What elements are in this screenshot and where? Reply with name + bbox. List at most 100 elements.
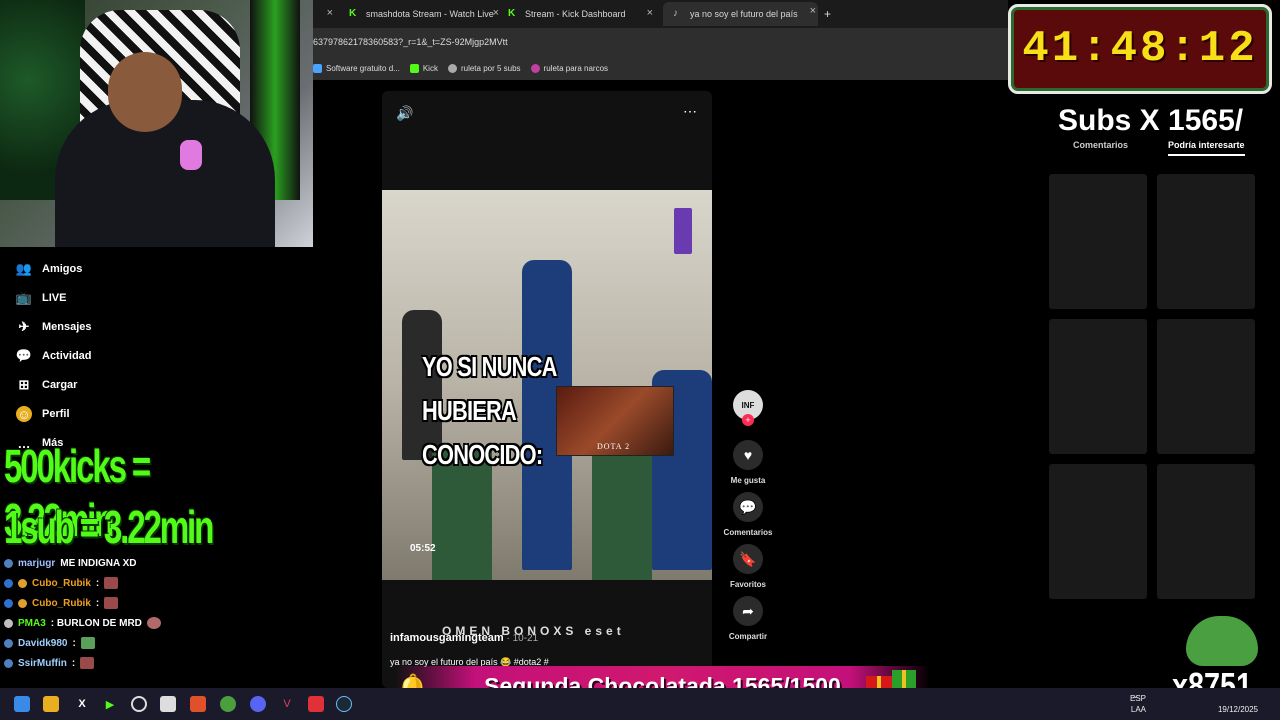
comments-label: Comentarios (723, 528, 773, 537)
emote-icon (104, 577, 119, 589)
webcam-feed (0, 0, 313, 247)
sidebar-item-live[interactable]: 📺 LIVE (15, 288, 67, 308)
close-tab-icon[interactable]: × (810, 5, 816, 17)
bookmarks-bar: Software gratuito d... Kick ruleta por 5… (313, 56, 1008, 80)
sidebar-item-amigos[interactable]: 👥 Amigos (16, 259, 82, 279)
chat-username[interactable]: Cubo_Rubik (32, 598, 91, 609)
discord-icon[interactable] (250, 696, 266, 712)
follow-plus-icon[interactable]: + (742, 414, 754, 426)
close-tab-icon[interactable]: × (493, 7, 499, 19)
suggested-video-thumb[interactable] (1049, 464, 1147, 599)
emote-icon (80, 657, 95, 669)
globe-icon (447, 63, 457, 73)
friends-icon: 👥 (15, 261, 33, 276)
sidebar-item-perfil[interactable]: ☺ Perfil (16, 404, 70, 424)
chat-message: marjugr ME INDIGNA XD (4, 554, 137, 572)
microphone (180, 140, 202, 170)
like-button[interactable]: ♥ Me gusta (731, 440, 765, 485)
share-icon[interactable]: ➦ (733, 596, 763, 626)
activity-icon: 💬 (15, 348, 33, 363)
suggested-video-thumb[interactable] (1049, 319, 1147, 454)
chat-username[interactable]: marjugr (18, 558, 55, 569)
steam-icon[interactable] (336, 696, 352, 712)
tab-previous[interactable]: × (313, 4, 335, 24)
chat-badge-icon (4, 618, 13, 628)
bookmark-ruleta-narcos[interactable]: ruleta para narcos (530, 63, 608, 73)
chat-username[interactable]: Cubo_Rubik (32, 578, 91, 589)
file-explorer-icon[interactable] (43, 696, 59, 712)
sidebar-item-cargar[interactable]: ⊞ Cargar (16, 375, 78, 395)
tab-label: smashdota Stream - Watch Live (366, 9, 494, 19)
kick-logo-icon: K (349, 8, 357, 19)
live-icon: 📺 (15, 290, 33, 305)
sidebar-item-actividad[interactable]: 💬 Actividad (16, 346, 92, 366)
heart-icon[interactable]: ♥ (733, 440, 763, 470)
tab-label: Stream - Kick Dashboard (525, 9, 626, 19)
author-avatar-button[interactable]: INF + (732, 390, 764, 426)
share-label: Compartir (728, 632, 768, 641)
video-timestamp: 05:52 (410, 543, 436, 554)
volume-icon[interactable]: 🔊 (396, 105, 413, 122)
language-indicator[interactable]: ESP (1130, 694, 1146, 703)
chat-username[interactable]: PMA3 (18, 618, 46, 629)
windows-taskbar: X ▶ V ⌃ ESP LAA 19/12/2025 (0, 688, 1280, 720)
suggested-video-thumb[interactable] (1157, 464, 1255, 599)
play-icon[interactable]: ▶ (102, 696, 118, 712)
bookmark-icon[interactable]: 🔖 (733, 544, 763, 574)
tab-comentarios[interactable]: Comentarios (1073, 140, 1128, 150)
author-name[interactable]: infamousgamingteam (390, 632, 504, 644)
address-bar[interactable]: 6379786217836058​3?_r=1&_t=ZS-92Mjgp2MVt… (313, 28, 1008, 56)
tiktok-icon: ♪ (673, 8, 678, 19)
video-author[interactable]: infamousgamingteam · 10-21 (390, 632, 538, 644)
tab-smashdota-stream[interactable]: K smashdota Stream - Watch Live × (349, 4, 499, 24)
chat-message: SsirMuffin : (4, 654, 95, 672)
suggested-video-thumb[interactable] (1049, 174, 1147, 309)
chat-message: Davidk980 : (4, 634, 95, 652)
chat-text: ME INDIGNA XD (60, 557, 137, 569)
comment-icon[interactable]: 💬 (733, 492, 763, 522)
chat-username[interactable]: SsirMuffin (18, 658, 67, 669)
suggested-video-thumb[interactable] (1157, 319, 1255, 454)
chat-text: : BURLON DE MRD (50, 617, 142, 629)
url-text[interactable]: 6379786217836058​3?_r=1&_t=ZS-92Mjgp2MVt… (313, 37, 508, 47)
chat-badge-icon (4, 558, 13, 568)
bookmark-label: Software gratuito d... (326, 63, 400, 73)
comments-button[interactable]: 💬 Comentarios (724, 492, 772, 537)
bookmark-software[interactable]: Software gratuito d... (313, 63, 400, 73)
windows-start-icon[interactable] (14, 696, 30, 712)
right-tabs: Comentarios Podría interesarte (1048, 137, 1258, 157)
share-button[interactable]: ➦ Compartir (729, 596, 767, 641)
close-tab-icon[interactable]: × (647, 7, 653, 19)
sidebar-item-mensajes[interactable]: ✈ Mensajes (16, 317, 92, 337)
tab-active-tiktok[interactable]: ♪ ya no soy el futuro del país × (663, 2, 818, 26)
bookmark-ruleta-subs[interactable]: ruleta por 5 subs (447, 63, 521, 73)
video-frame[interactable]: DOTA 2 YO SI NUNCA HUBIERA CONOCIDO: 05:… (382, 190, 712, 580)
more-options-icon[interactable]: ⋯ (683, 103, 698, 120)
emote-icon (104, 597, 119, 609)
chat-text: : (72, 637, 76, 649)
video-player[interactable]: 🔊 ⋯ DOTA 2 YO SI NUNCA HUBIERA CONOCIDO:… (382, 91, 712, 688)
chrome-icon[interactable] (220, 696, 236, 712)
favorites-button[interactable]: 🔖 Favoritos (730, 544, 766, 589)
tab-kick-dashboard[interactable]: K Stream - Kick Dashboard × (508, 4, 653, 24)
close-tab-icon[interactable]: × (327, 7, 333, 19)
tab-podria-interesarte[interactable]: Podría interesarte (1168, 140, 1245, 156)
valorant-icon[interactable]: V (279, 696, 295, 712)
streamer-head (108, 52, 182, 132)
suggested-video-thumb[interactable] (1157, 174, 1255, 309)
subs-goal-overlay: Subs X 1565/ (1058, 104, 1244, 137)
chat-username[interactable]: Davidk980 (18, 638, 67, 649)
channel-logo (674, 208, 692, 254)
app-red-icon[interactable] (308, 696, 324, 712)
chat-message: Cubo_Rubik : (4, 574, 119, 592)
obs-icon[interactable] (131, 696, 147, 712)
frog-emote-icon (1186, 616, 1258, 666)
clock-date[interactable]: 19/12/2025 (1218, 705, 1258, 714)
bookmark-label: ruleta por 5 subs (460, 63, 521, 73)
app-icon[interactable] (160, 696, 176, 712)
bookmark-kick[interactable]: Kick (409, 63, 438, 73)
brave-icon[interactable] (190, 696, 206, 712)
new-tab-button[interactable]: + (824, 4, 831, 24)
app-x-icon[interactable]: X (74, 696, 90, 712)
keyboard-layout[interactable]: LAA (1131, 705, 1146, 714)
